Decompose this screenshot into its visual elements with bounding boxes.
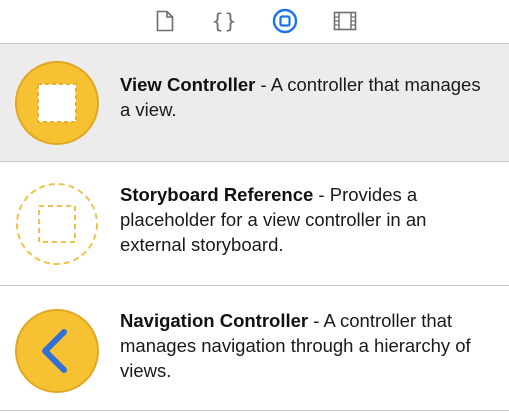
object-library-icon	[272, 8, 298, 34]
library-tab-bar: {}	[0, 0, 509, 42]
list-item-title: Storyboard Reference	[120, 184, 314, 205]
view-controller-icon	[14, 60, 100, 146]
navigation-controller-icon	[14, 308, 100, 394]
object-library-panel: {} View Controller - A controller that m…	[0, 0, 509, 413]
tab-code-snippets[interactable]: {}	[209, 5, 241, 37]
list-item-title: View Controller	[120, 74, 256, 95]
tab-file-inspector[interactable]	[149, 5, 181, 37]
tab-object-library[interactable]	[269, 5, 301, 37]
media-library-icon	[333, 11, 357, 31]
list-item-description: View Controller - A controller that mana…	[120, 74, 481, 120]
list-item-storyboard-reference[interactable]: Storyboard Reference - Provides a placeh…	[0, 161, 509, 285]
list-item-view-controller[interactable]: View Controller - A controller that mana…	[0, 43, 509, 161]
object-list: View Controller - A controller that mana…	[0, 43, 509, 411]
list-item-description: Storyboard Reference - Provides a placeh…	[120, 184, 427, 255]
storyboard-reference-icon	[14, 181, 100, 267]
tab-media-library[interactable]	[329, 5, 361, 37]
list-item-title: Navigation Controller	[120, 310, 309, 331]
list-item-description: Navigation Controller - A controller tha…	[120, 310, 471, 381]
list-item-navigation-controller[interactable]: Navigation Controller - A controller tha…	[0, 285, 509, 411]
braces-icon: {}	[211, 9, 238, 33]
file-icon	[156, 10, 174, 32]
